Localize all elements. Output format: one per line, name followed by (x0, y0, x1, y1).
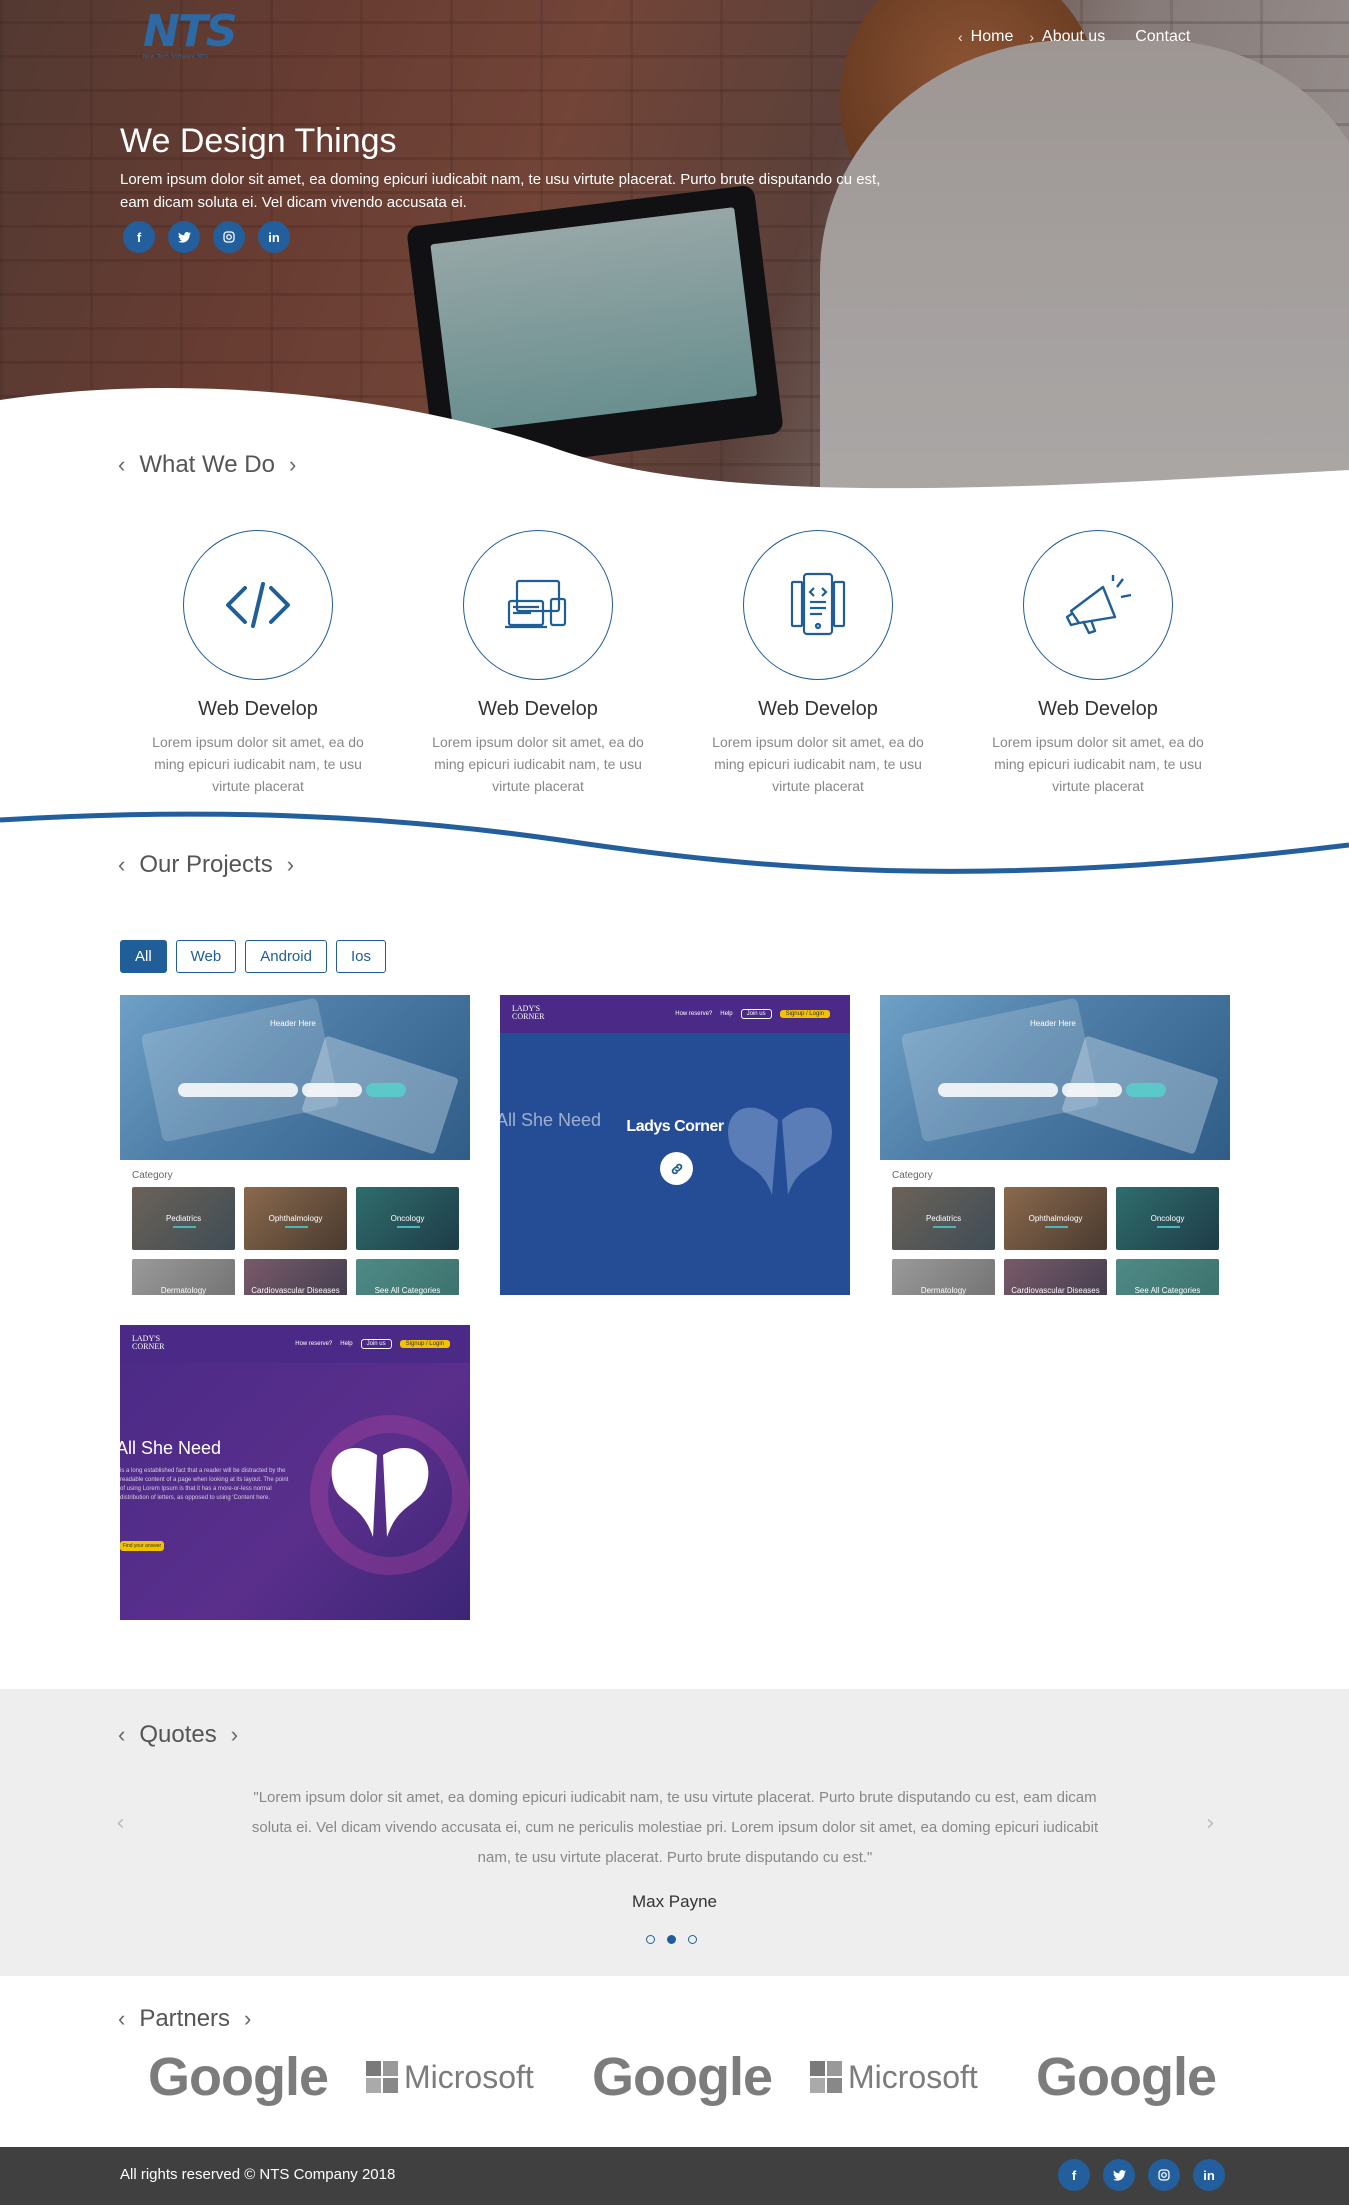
category-tile: See All Categories (1116, 1259, 1219, 1295)
service-item: Web Develop Lorem ipsum dolor sit amet, … (958, 530, 1238, 797)
category-tile: Cardiovascular Diseases (1004, 1259, 1107, 1295)
quote-next-arrow[interactable]: › (1206, 1811, 1215, 1836)
chevron-right-icon: › (1029, 29, 1035, 45)
nav-contact[interactable]: Contact (1135, 28, 1190, 46)
chevron-left-icon: ‹ (958, 29, 963, 45)
butterfly-icon (728, 1107, 832, 1195)
linkedin-icon[interactable]: in (1193, 2159, 1225, 2191)
filter-web[interactable]: Web (175, 940, 237, 973)
service-title: Web Develop (198, 698, 318, 720)
chevron-left-icon[interactable]: ‹ (118, 852, 125, 878)
nav-about[interactable]: › About us (1029, 28, 1105, 46)
service-title: Web Develop (758, 698, 878, 720)
category-tile: Dermatology (132, 1259, 235, 1295)
our-projects-title: ‹ Our Projects › (118, 851, 295, 878)
service-text: Lorem ipsum dolor sit amet, ea do ming e… (992, 734, 1204, 794)
category-tile: Ophthalmology (1004, 1187, 1107, 1250)
chevron-right-icon[interactable]: › (231, 1722, 238, 1748)
hero-banner: NTS New Tech Software NTS ‹ Home › About… (0, 0, 1349, 500)
copyright-text: All rights reserved © NTS Company 2018 (120, 2166, 396, 2183)
chevron-right-icon[interactable]: › (244, 2006, 251, 2032)
category-tile: Oncology (1116, 1187, 1219, 1250)
section-wave-divider (0, 811, 1349, 874)
microsoft-logo-icon (366, 2061, 398, 2093)
service-title: Web Develop (1038, 698, 1158, 720)
category-tile: Pediatrics (892, 1187, 995, 1250)
filter-all[interactable]: All (120, 940, 167, 973)
service-title: Web Develop (478, 698, 598, 720)
project-filters: All Web Android Ios (120, 940, 386, 973)
category-tile: Dermatology (892, 1259, 995, 1295)
chevron-left-icon[interactable]: ‹ (118, 1722, 125, 1748)
what-we-do-title: ‹ What We Do › (118, 451, 297, 478)
facebook-icon[interactable]: f (123, 221, 155, 253)
filter-android[interactable]: Android (245, 940, 327, 973)
services-list: Web Develop Lorem ipsum dolor sit amet, … (118, 530, 1238, 797)
project-card-medical[interactable]: Header Here Category Pediatrics Ophthalm… (120, 995, 470, 1295)
carousel-dot[interactable] (688, 1935, 697, 1944)
category-tile: Cardiovascular Diseases (244, 1259, 347, 1295)
category-tile: Ophthalmology (244, 1187, 347, 1250)
project-card-medical[interactable]: Header Here Category Pediatrics Ophthalm… (880, 995, 1230, 1295)
project-card-ladys-corner[interactable]: LADY'S CORNER How reserve? Help Join us Sig… (120, 1325, 470, 1620)
hero-social-links: f in (123, 221, 290, 253)
category-tile: Pediatrics (132, 1187, 235, 1250)
partner-logo-google[interactable]: Google (592, 2042, 773, 2112)
partner-logo-microsoft[interactable]: Microsoft (366, 2042, 534, 2112)
microsoft-logo-icon (810, 2061, 842, 2093)
quotes-title: ‹ Quotes › (118, 1721, 239, 1748)
service-text: Lorem ipsum dolor sit amet, ea do ming e… (432, 734, 644, 794)
category-tile: Oncology (356, 1187, 459, 1250)
hero-wave (0, 388, 1349, 500)
footer: All rights reserved © NTS Company 2018 f… (0, 2147, 1349, 2205)
chevron-right-icon[interactable]: › (287, 852, 294, 878)
facebook-icon[interactable]: f (1058, 2159, 1090, 2191)
carousel-dot[interactable] (646, 1935, 655, 1944)
mobile-code-icon (743, 530, 893, 680)
partner-logo-google[interactable]: Google (148, 2042, 329, 2112)
linkedin-icon[interactable]: in (258, 221, 290, 253)
partner-logo-microsoft[interactable]: Microsoft (810, 2042, 978, 2112)
filter-ios[interactable]: Ios (335, 940, 386, 973)
instagram-icon[interactable] (213, 221, 245, 253)
partner-logo-google[interactable]: Google (1036, 2042, 1217, 2112)
devices-icon (463, 530, 613, 680)
twitter-icon[interactable] (168, 221, 200, 253)
service-text: Lorem ipsum dolor sit amet, ea do ming e… (152, 734, 364, 794)
carousel-dot-active[interactable] (667, 1935, 676, 1944)
service-text: Lorem ipsum dolor sit amet, ea do ming e… (712, 734, 924, 794)
category-tile: See All Categories (356, 1259, 459, 1295)
twitter-icon[interactable] (1103, 2159, 1135, 2191)
link-icon[interactable] (660, 1152, 693, 1185)
main-nav: ‹ Home › About us Contact (958, 28, 1190, 46)
project-card-ladys-corner-hover[interactable]: LADY'S CORNER How reserve? Help Join us Sig… (500, 995, 850, 1295)
service-item: Web Develop Lorem ipsum dolor sit amet, … (118, 530, 398, 797)
butterfly-icon (331, 1447, 429, 1537)
nav-home[interactable]: ‹ Home (958, 28, 1013, 46)
quote-text: "Lorem ipsum dolor sit amet, ea doming e… (251, 1789, 1099, 1866)
carousel-dots (646, 1935, 697, 1944)
instagram-icon[interactable] (1148, 2159, 1180, 2191)
megaphone-icon (1023, 530, 1173, 680)
site-logo[interactable]: NTS New Tech Software NTS (143, 10, 238, 66)
chevron-right-icon[interactable]: › (289, 452, 296, 478)
chevron-left-icon[interactable]: ‹ (118, 452, 125, 478)
footer-social-links: f in (1058, 2159, 1225, 2191)
hero-text: Lorem ipsum dolor sit amet, ea doming ep… (120, 171, 881, 211)
partners-title: ‹ Partners › (118, 2005, 252, 2032)
service-item: Web Develop Lorem ipsum dolor sit amet, … (398, 530, 678, 797)
quote-prev-arrow[interactable]: ‹ (116, 1811, 125, 1836)
chevron-left-icon[interactable]: ‹ (118, 2006, 125, 2032)
service-item: Web Develop Lorem ipsum dolor sit amet, … (678, 530, 958, 797)
code-icon (183, 530, 333, 680)
partner-logos: Google Microsoft Google Microsoft Google (148, 2042, 1217, 2112)
project-overlay-title: Ladys Corner (626, 1118, 724, 1135)
quotes-section: ‹ Quotes › ‹ › "Lorem ipsum dolor sit am… (0, 1689, 1349, 1976)
quote-author: Max Payne (631, 1892, 718, 1911)
hero-title: We Design Things (120, 122, 397, 160)
